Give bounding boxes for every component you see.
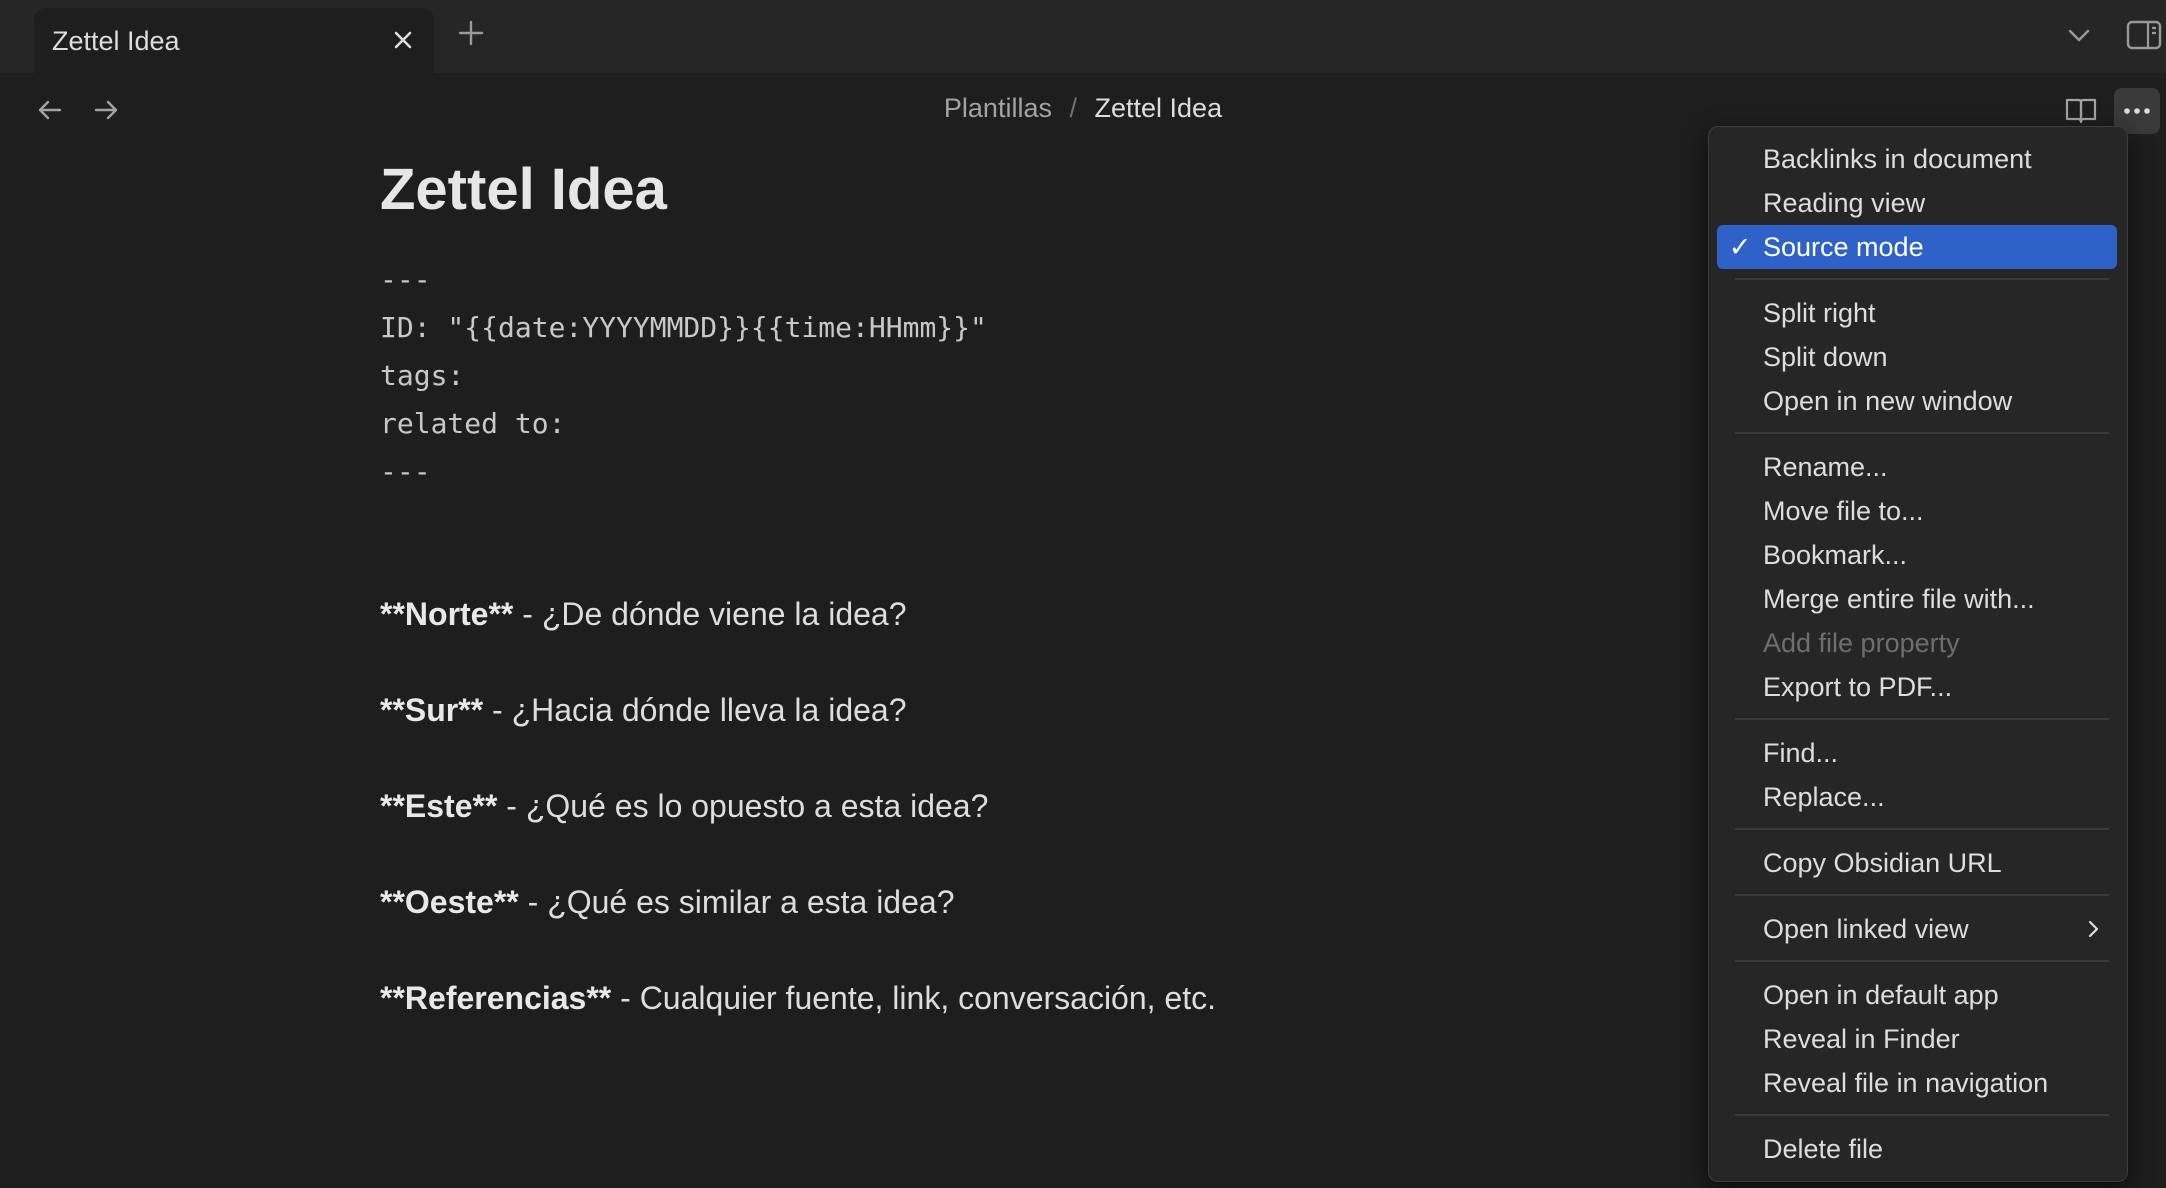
checkmark-icon: ✓ [1728,232,1752,262]
paragraph-text: - ¿De dónde viene la idea? [513,596,907,632]
chevron-right-icon [2088,920,2099,938]
menu-item-reveal-in-finder[interactable]: Reveal in Finder [1717,1017,2117,1061]
chevron-down-icon[interactable] [2064,20,2094,50]
menu-item-reading-view[interactable]: Reading view [1717,181,2117,225]
plus-icon[interactable] [456,18,486,48]
menu-separator [1735,960,2109,962]
menu-item-find[interactable]: Find... [1717,731,2117,775]
frontmatter-line[interactable]: related to: [380,407,565,440]
breadcrumb-parent[interactable]: Plantillas [944,93,1052,123]
menu-item-rename[interactable]: Rename... [1717,445,2117,489]
menu-item-open-default-app[interactable]: Open in default app [1717,973,2117,1017]
note-paragraph[interactable]: **Este** - ¿Qué es lo opuesto a esta ide… [380,788,988,825]
menu-item-backlinks[interactable]: Backlinks in document [1717,137,2117,181]
note-title[interactable]: Zettel Idea [380,156,667,223]
menu-separator [1735,432,2109,434]
menu-item-split-right[interactable]: Split right [1717,291,2117,335]
menu-separator [1735,1114,2109,1116]
note-paragraph[interactable]: **Sur** - ¿Hacia dónde lleva la idea? [380,692,907,729]
frontmatter-line[interactable]: tags: [380,359,464,392]
menu-item-label: Open linked view [1763,914,1969,944]
menu-separator [1735,894,2109,896]
menu-item-split-down[interactable]: Split down [1717,335,2117,379]
tab-title: Zettel Idea [52,26,180,56]
tab-bar: Zettel Idea [0,0,2166,73]
menu-item-bookmark[interactable]: Bookmark... [1717,533,2117,577]
menu-item-label: Source mode [1763,232,1924,262]
close-icon[interactable] [388,25,418,55]
menu-item-reveal-in-navigation[interactable]: Reveal file in navigation [1717,1061,2117,1105]
frontmatter-line[interactable]: ID: "{{date:YYYYMMDD}}{{time:HHmm}}" [380,311,987,344]
menu-item-delete-file[interactable]: Delete file [1717,1127,2117,1171]
book-open-icon[interactable] [2063,92,2099,128]
menu-separator [1735,278,2109,280]
menu-item-add-file-property: Add file property [1763,628,1960,658]
menu-separator [1735,718,2109,720]
paragraph-label: **Oeste** [380,884,519,920]
frontmatter-line[interactable]: --- [380,263,431,296]
paragraph-label: **Sur** [380,692,484,728]
menu-item-source-mode[interactable]: ✓ Source mode [1717,225,2117,269]
note-paragraph[interactable]: **Referencias** - Cualquier fuente, link… [380,980,1216,1017]
menu-item-merge-file[interactable]: Merge entire file with... [1717,577,2117,621]
breadcrumb-current[interactable]: Zettel Idea [1095,93,1223,123]
paragraph-text: - ¿Qué es similar a esta idea? [518,884,955,920]
paragraph-label: **Este** [380,788,498,824]
menu-item-open-linked-view[interactable]: Open linked view [1717,907,2117,951]
menu-separator [1735,828,2109,830]
paragraph-label: **Norte** [380,596,514,632]
menu-item-move-file[interactable]: Move file to... [1717,489,2117,533]
paragraph-text: - ¿Qué es lo opuesto a esta idea? [497,788,989,824]
note-paragraph[interactable]: **Oeste** - ¿Qué es similar a esta idea? [380,884,954,921]
paragraph-text: - Cualquier fuente, link, conversación, … [611,980,1216,1016]
tab-zettel-idea[interactable]: Zettel Idea [34,8,434,73]
menu-item-replace[interactable]: Replace... [1717,775,2117,819]
breadcrumb-separator: / [1069,93,1077,123]
menu-item-open-new-window[interactable]: Open in new window [1717,379,2117,423]
more-options-menu: Backlinks in document Reading view ✓ Sou… [1708,126,2128,1182]
menu-item-copy-obsidian-url[interactable]: Copy Obsidian URL [1717,841,2117,885]
breadcrumb: Plantillas / Zettel Idea [0,93,2166,124]
frontmatter-line[interactable]: --- [380,455,431,488]
sidebar-toggle-icon[interactable] [2124,15,2164,55]
menu-item-export-pdf[interactable]: Export to PDF... [1717,665,2117,709]
paragraph-text: - ¿Hacia dónde lleva la idea? [483,692,907,728]
note-paragraph[interactable]: **Norte** - ¿De dónde viene la idea? [380,596,907,633]
paragraph-label: **Referencias** [380,980,612,1016]
